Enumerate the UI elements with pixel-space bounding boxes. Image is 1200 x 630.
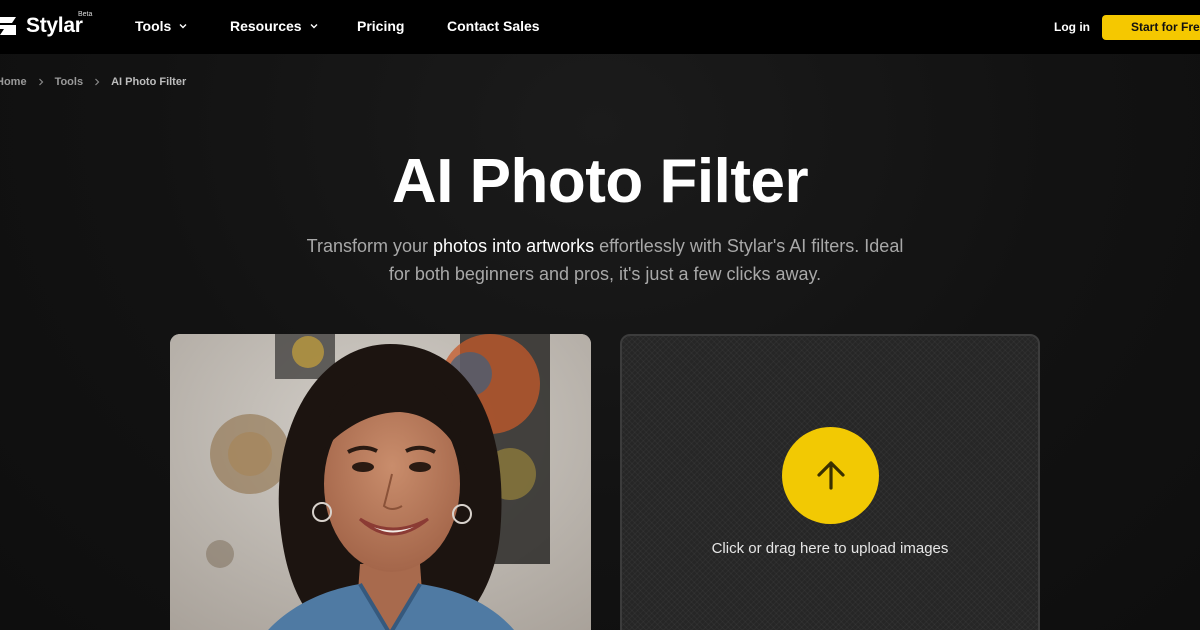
nav-item-label: Tools — [135, 18, 172, 34]
nav-item-label: Pricing — [357, 18, 405, 34]
nav-item-label: Contact Sales — [447, 18, 540, 34]
logo[interactable]: Stylar Beta — [0, 11, 92, 38]
chevron-right-icon — [95, 78, 100, 86]
subtitle-highlight: photos into artworks — [433, 236, 595, 256]
chevron-down-icon — [310, 24, 318, 29]
start-for-free-button[interactable]: Start for Free — [1102, 15, 1200, 40]
nav-item-contact-sales[interactable]: Contact Sales — [447, 18, 540, 34]
arrow-up-icon — [816, 460, 845, 490]
sample-photo — [170, 334, 591, 630]
upload-dropzone[interactable]: Click or drag here to upload images — [620, 334, 1040, 630]
beta-badge: Beta — [78, 11, 93, 18]
nav-item-label: Resources — [230, 18, 302, 34]
upload-button[interactable] — [782, 427, 879, 524]
logo-text: Stylar — [26, 14, 83, 37]
breadcrumb-home[interactable]: Home — [0, 76, 27, 88]
chevron-right-icon — [38, 78, 43, 86]
login-link[interactable]: Log in — [1054, 20, 1090, 34]
page-subtitle: Transform your photos into artworks effo… — [300, 232, 910, 288]
portrait-illustration — [170, 334, 591, 630]
nav-item-pricing[interactable]: Pricing — [357, 18, 404, 34]
stylar-logo-icon — [0, 17, 16, 35]
nav-item-resources[interactable]: Resources — [230, 18, 319, 34]
top-nav: Stylar Beta Tools Resources Pricing Cont… — [0, 0, 1200, 54]
chevron-down-icon — [179, 24, 187, 29]
upload-label: Click or drag here to upload images — [711, 540, 949, 557]
breadcrumb-tools[interactable]: Tools — [55, 76, 84, 88]
nav-item-tools[interactable]: Tools — [135, 18, 188, 34]
subtitle-text-pre: Transform your — [306, 236, 434, 256]
breadcrumb-current: AI Photo Filter — [111, 76, 187, 88]
breadcrumb: Home Tools AI Photo Filter — [0, 76, 186, 88]
page-title: AI Photo Filter — [391, 147, 809, 216]
